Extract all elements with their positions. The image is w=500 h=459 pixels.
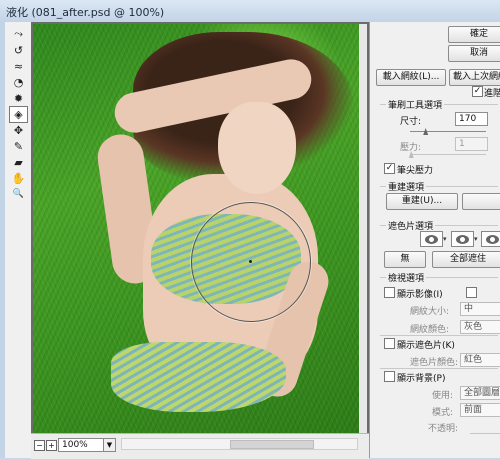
smooth-tool-icon[interactable]: ≈: [10, 59, 27, 74]
show-backdrop-label: 顯示背景(P): [397, 374, 446, 384]
vertical-scrollbar[interactable]: [359, 24, 367, 433]
brush-pressure-input[interactable]: 1: [455, 137, 488, 151]
backdrop-mode-select[interactable]: 前面: [460, 403, 500, 417]
zoom-out-icon[interactable]: −: [34, 440, 45, 451]
mask-add-icon[interactable]: [451, 231, 474, 247]
freeze-mask-tool-icon[interactable]: ✎: [10, 139, 27, 154]
show-mask-label: 顯示遮色片(K): [397, 341, 455, 351]
mask-none-button[interactable]: 無: [384, 251, 426, 268]
backdrop-use-select[interactable]: 全部圖層: [460, 386, 500, 400]
window-title: 液化 (081_after.psd @ 100%): [6, 6, 165, 19]
hand-tool-icon[interactable]: ✋: [10, 171, 27, 186]
brush-pressure-label: 壓力:: [400, 143, 422, 153]
zoom-level-field[interactable]: 100%: [58, 438, 105, 452]
photo-face: [218, 102, 296, 194]
mask-all-button[interactable]: 全部遮住: [432, 251, 500, 268]
brush-tool-options-heading: 筆刷工具選項: [386, 98, 445, 111]
reconstruct-options-heading: 重建選項: [386, 180, 427, 193]
mask-replace-icon[interactable]: [420, 231, 443, 247]
thaw-mask-tool-icon[interactable]: ▰: [10, 155, 27, 170]
backdrop-use-label: 使用:: [432, 391, 454, 401]
brush-cursor-ring: [191, 202, 311, 322]
show-mask-checkbox[interactable]: [384, 338, 395, 349]
photo-bikini-bottom: [111, 342, 286, 412]
brush-size-slider-knob[interactable]: [423, 128, 429, 135]
horizontal-scrollbar[interactable]: [121, 438, 358, 450]
preview-area: − + 100% ▼: [31, 22, 369, 459]
mask-color-select[interactable]: 紅色: [460, 353, 500, 367]
mesh-color-label: 網紋顏色:: [410, 325, 450, 335]
zoom-tool-icon[interactable]: 🔍: [10, 187, 27, 202]
backdrop-opacity-slider[interactable]: [470, 433, 500, 434]
brush-pressure-slider[interactable]: [408, 151, 486, 158]
show-image-label: 顯示影像(I): [397, 290, 443, 300]
cancel-button[interactable]: 取消: [448, 45, 500, 62]
mesh-color-select[interactable]: 灰色: [460, 320, 500, 334]
mesh-size-select[interactable]: 中: [460, 302, 500, 316]
ok-button[interactable]: 確定: [448, 26, 500, 43]
mask-add-dropdown-icon[interactable]: ▾: [474, 235, 478, 243]
horizontal-scroll-thumb[interactable]: [230, 440, 314, 449]
show-mesh-checkbox[interactable]: [466, 287, 477, 298]
backdrop-opacity-label: 不透明:: [428, 424, 459, 434]
canvas-status-bar: − + 100% ▼: [31, 433, 369, 459]
advanced-mode-label: 進階模式: [484, 89, 500, 99]
restore-all-button[interactable]: [462, 193, 500, 210]
brush-cursor-center: [249, 260, 252, 263]
liquify-toolbox: ⤳ ↺ ≈ ◔ ✹ ◈ ✥ ✎ ▰ ✋ 🔍: [5, 22, 32, 458]
load-last-mesh-button[interactable]: 載入上次網紋: [449, 69, 500, 86]
twirl-clockwise-tool-icon[interactable]: ◔: [10, 75, 27, 90]
image-preview-canvas[interactable]: [33, 24, 359, 433]
mask-color-label: 遮色片顏色:: [410, 358, 459, 368]
show-image-checkbox[interactable]: [384, 287, 395, 298]
stylus-pressure-checkbox[interactable]: ✓: [384, 163, 395, 174]
load-mesh-button[interactable]: 載入網紋(L)...: [376, 69, 446, 86]
bloat-tool-icon[interactable]: ◈: [9, 106, 28, 123]
window-titlebar: 液化 (081_after.psd @ 100%): [0, 0, 500, 23]
reconstruct-button[interactable]: 重建(U)...: [386, 193, 458, 210]
mesh-size-label: 網紋大小:: [410, 307, 450, 317]
mask-replace-dropdown-icon[interactable]: ▾: [443, 235, 447, 243]
advanced-mode-checkbox[interactable]: ✓: [472, 86, 483, 97]
brush-size-input[interactable]: 170: [455, 112, 488, 126]
liquify-options-panel: 確定 取消 載入網紋(L)... 載入上次網紋 ✓ 進階模式 筆刷工具選項 尺寸…: [369, 22, 500, 458]
backdrop-mode-label: 模式:: [432, 408, 454, 418]
brush-size-label: 尺寸:: [400, 117, 422, 127]
reconstruct-tool-icon[interactable]: ↺: [10, 43, 27, 58]
zoom-in-icon[interactable]: +: [46, 440, 57, 451]
backdrop-divider: [380, 368, 498, 369]
forward-warp-tool-icon[interactable]: ⤳: [10, 26, 27, 41]
pucker-tool-icon[interactable]: ✹: [10, 91, 27, 106]
show-backdrop-checkbox[interactable]: [384, 371, 395, 382]
view-options-divider: [380, 335, 498, 336]
push-left-tool-icon[interactable]: ✥: [10, 123, 27, 138]
mask-subtract-icon[interactable]: [481, 231, 500, 247]
zoom-dropdown-icon[interactable]: ▼: [103, 438, 116, 452]
stylus-pressure-label: 筆尖壓力: [397, 166, 434, 176]
view-options-heading: 檢視選項: [386, 271, 427, 284]
brush-size-slider[interactable]: [410, 128, 486, 135]
